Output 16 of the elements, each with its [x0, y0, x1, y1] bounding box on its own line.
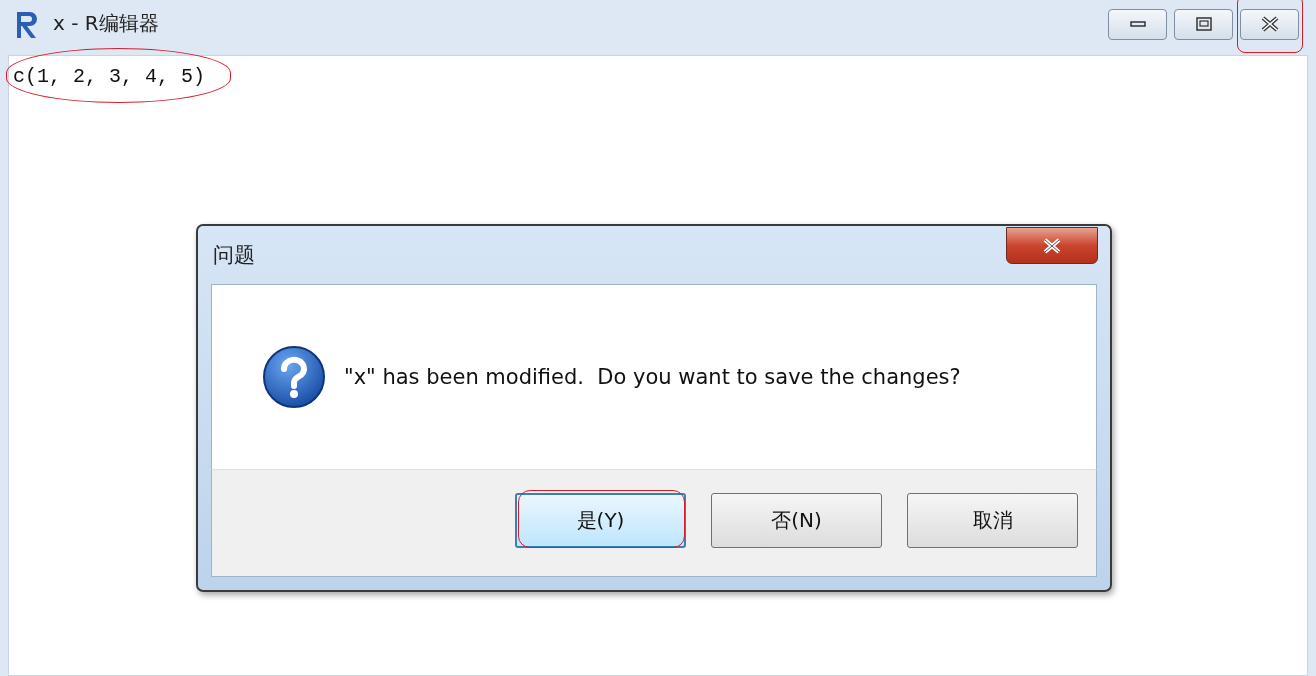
- dialog-button[interactable]: 取消: [907, 492, 1078, 548]
- close-button[interactable]: [1240, 8, 1299, 40]
- close-icon: [1260, 16, 1279, 32]
- restore-icon: [1195, 17, 1212, 31]
- dialog-message: "x" has been modified. Do you want to save the changes?: [344, 365, 961, 389]
- dialog-button[interactable]: 否(N): [711, 492, 882, 548]
- restore-button[interactable]: [1174, 8, 1233, 40]
- minimize-button[interactable]: [1108, 8, 1167, 40]
- window-title: x - R编辑器: [53, 10, 159, 37]
- dialog-button[interactable]: 是(Y): [515, 492, 686, 548]
- question-icon: [262, 345, 326, 409]
- dialog-title: 问题: [213, 242, 255, 269]
- code-line: c(1, 2, 3, 4, 5): [13, 64, 206, 90]
- close-button[interactable]: [1006, 227, 1098, 264]
- close-icon: [1042, 237, 1062, 254]
- minimize-icon: [1129, 21, 1146, 27]
